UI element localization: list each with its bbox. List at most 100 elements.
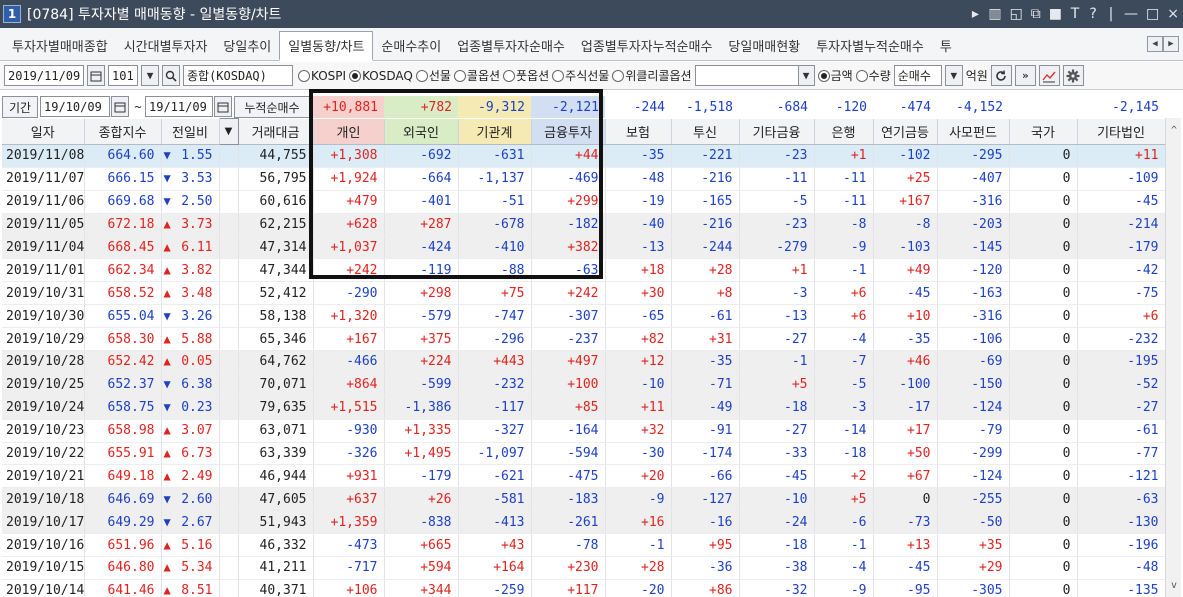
code-input[interactable]: 101	[108, 65, 138, 86]
column-header[interactable]: 거래대금	[238, 118, 314, 145]
tab-1[interactable]: 시간대별투자자	[116, 30, 216, 60]
amount-radio-0[interactable]: 금액	[817, 67, 853, 84]
table-row[interactable]: 2019/10/18 646.69 ▼ 2.60 47,605 +637 +26 -581 -1…	[2, 487, 1166, 512]
radio-circle-icon[interactable]	[349, 69, 362, 82]
column-header[interactable]: 금융투자	[531, 118, 606, 145]
table-row[interactable]: 2019/11/01 662.34 ▲ 3.82 47,344 +242 -119 -88 -6…	[2, 258, 1166, 283]
sort-toggle-icon[interactable]: ▼	[218, 118, 239, 145]
investor-value-cell: -103	[873, 236, 938, 260]
double-chevron-right-icon[interactable]: »	[1014, 65, 1036, 86]
weekly-option-dropdown-icon[interactable]: ▼	[797, 66, 814, 85]
table-row[interactable]: 2019/10/25 652.37 ▼ 6.38 70,071 +864 -599 -232 +…	[2, 373, 1166, 397]
column-header[interactable]: 기타법인	[1077, 118, 1166, 145]
help-icon[interactable]: ?	[1088, 6, 1098, 22]
radio-circle-icon[interactable]	[612, 69, 625, 82]
search-icon[interactable]	[162, 65, 180, 86]
vertical-scrollbar[interactable]: ^ v	[1165, 118, 1181, 597]
tab-2[interactable]: 당일추이	[215, 30, 279, 60]
gear-icon[interactable]	[1062, 65, 1084, 86]
table-row[interactable]: 2019/10/21 649.18 ▲ 2.49 46,944 +931 -179 -621-…	[2, 464, 1166, 489]
table-row[interactable]: 2019/10/16 651.96 ▲ 5.16 46,332 -473 +665 +43 -7…	[2, 533, 1166, 558]
tab-9[interactable]: 투	[932, 30, 960, 60]
amount-radio-1[interactable]: 수량	[855, 67, 891, 84]
tab-3[interactable]: 일별동향/차트	[279, 31, 374, 61]
table-row[interactable]: 2019/10/17 649.29 ▼ 2.67 51,943 +1,359 -838 -41…	[2, 510, 1166, 535]
radio-circle-icon[interactable]	[503, 69, 516, 82]
tab-7[interactable]: 당일매매현황	[720, 30, 808, 60]
table-row[interactable]: 2019/11/07 666.15 ▼ 3.53 56,795 +1,924 -664 -1,…	[2, 167, 1166, 191]
tab-0[interactable]: 투자자별매매종합	[4, 30, 116, 60]
start-calendar-icon[interactable]	[111, 96, 129, 117]
scroll-up-icon[interactable]: ^	[1166, 122, 1182, 138]
end-calendar-icon[interactable]	[214, 96, 232, 117]
column-header[interactable]: 기관계	[458, 118, 532, 145]
radio-circle-icon[interactable]	[453, 69, 466, 82]
layout-icon[interactable]: ▥	[988, 6, 1001, 22]
code-dropdown-button[interactable]: ▼	[141, 65, 159, 86]
radio-circle-icon[interactable]	[855, 69, 868, 82]
column-header[interactable]: 외국인	[384, 118, 459, 145]
tab-next-button[interactable]: ▶	[1163, 36, 1179, 52]
chart-icon[interactable]	[1038, 65, 1060, 86]
date-input[interactable]: 2019/11/09	[4, 65, 84, 86]
market-radio-0[interactable]: KOSPI	[298, 67, 346, 84]
restore-icon[interactable]: ◱	[1010, 6, 1023, 22]
column-header[interactable]: 보험	[605, 118, 672, 145]
column-header[interactable]: 연기금등	[873, 118, 938, 145]
refresh-icon[interactable]	[990, 65, 1012, 86]
table-row[interactable]: 2019/10/23 658.98 ▲ 3.07 63,071 -930 +1,335 -32…	[2, 419, 1166, 443]
tab-8[interactable]: 투자자별누적순매수	[808, 30, 932, 60]
tab-5[interactable]: 업종별투자자순매수	[449, 30, 573, 60]
radio-circle-icon[interactable]	[415, 69, 428, 82]
market-radio-3[interactable]: 콜옵션	[453, 67, 500, 84]
volume-cell: 46,944	[238, 464, 314, 489]
market-radio-1[interactable]: KOSDAQ	[349, 67, 413, 84]
column-header[interactable]: 전일비	[161, 118, 220, 145]
table-row[interactable]: 2019/10/14 641.46 ▲ 8.51 40,371 +106 +344 -259 +…	[2, 579, 1166, 597]
radio-circle-icon[interactable]	[552, 69, 565, 82]
close-icon[interactable]: ×	[1167, 6, 1179, 22]
column-header[interactable]: 일자	[2, 118, 85, 145]
calendar-icon[interactable]	[87, 65, 105, 86]
market-radio-5[interactable]: 주식선물	[552, 67, 609, 84]
column-header[interactable]: 기타금융	[739, 118, 815, 145]
table-row[interactable]: 2019/10/30 655.04 ▼ 3.26 58,138 +1,320 -579 -74…	[2, 304, 1166, 329]
radio-circle-icon[interactable]	[298, 69, 310, 82]
sort-select[interactable]: 순매수	[893, 65, 942, 86]
font-icon[interactable]: T	[1070, 6, 1080, 22]
tab-6[interactable]: 업종별투자자누적순매수	[573, 30, 721, 60]
column-header[interactable]: 은행	[814, 118, 874, 145]
table-row[interactable]: 2019/10/15 646.80 ▲ 5.34 41,211 -717 +594 +164 +…	[2, 556, 1166, 580]
scroll-down-icon[interactable]: v	[1166, 577, 1182, 593]
market-radio-6[interactable]: 위클리콜옵션	[612, 67, 692, 84]
maximize-icon[interactable]: □	[1146, 6, 1159, 22]
market-radio-2[interactable]: 선물	[415, 67, 451, 84]
radio-circle-icon[interactable]	[817, 69, 830, 82]
column-header[interactable]: 종합지수	[84, 118, 162, 145]
table-row[interactable]: 2019/11/08 664.60 ▼ 1.55 44,755 +1,308 -692 -63…	[2, 144, 1166, 168]
table-row[interactable]: 2019/11/05 672.18 ▲ 3.73 62,215 +628 +287 -678-…	[2, 213, 1166, 237]
table-row[interactable]: 2019/10/29 658.30 ▲ 5.88 65,346 +167 +375 -296-…	[2, 327, 1166, 352]
column-header[interactable]: 국가	[1009, 118, 1078, 145]
table-row[interactable]: 2019/11/04 668.45 ▲ 6.11 47,314 +1,037 -424 -41…	[2, 236, 1166, 260]
column-header[interactable]: 투신	[671, 118, 740, 145]
window-number-badge[interactable]: 1	[3, 5, 21, 23]
table-row[interactable]: 2019/10/24 658.75 ▼ 0.23 79,635 +1,515 -1,386-…	[2, 396, 1166, 420]
table-row[interactable]: 2019/10/22 655.91 ▲ 6.73 63,339 -326 +1,495 -1,…	[2, 442, 1166, 466]
minimize-icon[interactable]: —	[1124, 6, 1138, 22]
table-row[interactable]: 2019/10/28 652.42 ▲ 0.05 64,762 -466 +224 +443 +…	[2, 350, 1166, 374]
tab-4[interactable]: 순매수추이	[373, 30, 449, 60]
sort-dropdown-button[interactable]: ▼	[944, 65, 963, 86]
table-row[interactable]: 2019/11/06 669.68 ▼ 2.50 60,616 +479 -401 -51 +2…	[2, 190, 1166, 214]
market-radio-4[interactable]: 풋옵션	[503, 67, 549, 84]
column-header[interactable]: 개인	[313, 118, 385, 145]
pin-icon[interactable]: ■	[1049, 6, 1062, 22]
clone-icon[interactable]: ⧉	[1031, 6, 1041, 22]
start-date-input[interactable]: 19/10/09	[40, 96, 110, 117]
weekly-option-select[interactable]: ▼	[694, 65, 815, 86]
column-header[interactable]: 사모펀드	[937, 118, 1010, 145]
tab-prev-button[interactable]: ◀	[1147, 36, 1163, 52]
expand-icon[interactable]: ▸	[970, 6, 980, 22]
table-row[interactable]: 2019/10/31 658.52 ▲ 3.48 52,412 -290 +298 +75 +2…	[2, 281, 1166, 306]
end-date-input[interactable]: 19/11/09	[145, 96, 213, 117]
